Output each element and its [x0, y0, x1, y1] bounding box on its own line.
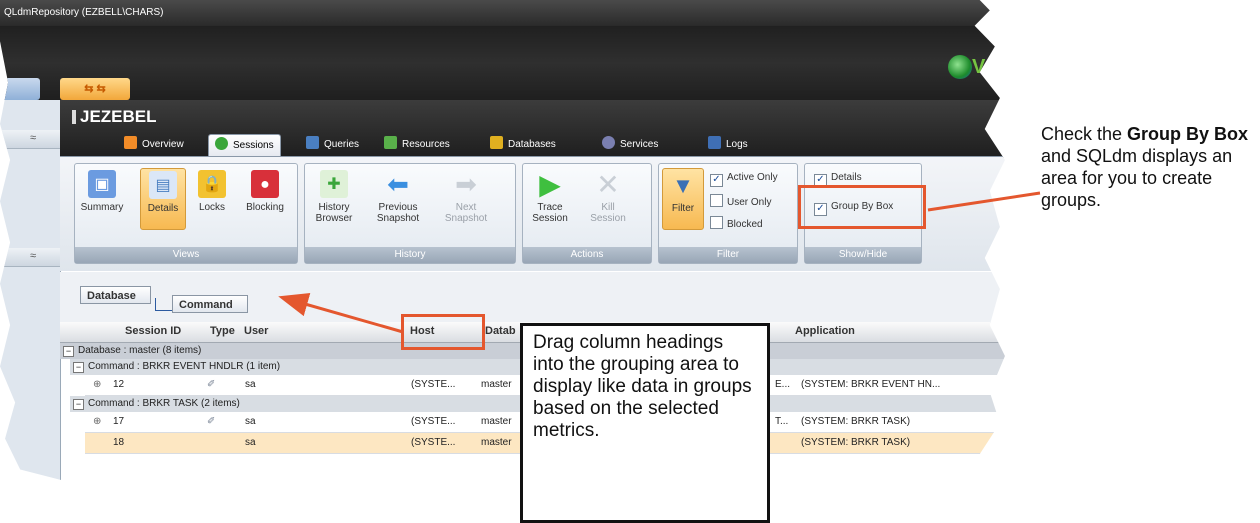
arrow-to-grouping-area [278, 293, 404, 334]
arrow-to-group-by-box [927, 191, 1041, 212]
annotation-arrows [278, 191, 1041, 334]
